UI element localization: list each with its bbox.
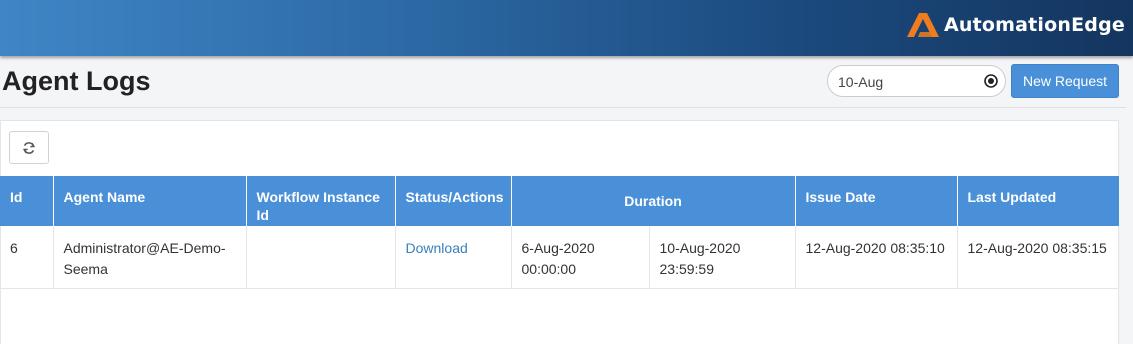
cell-duration-from: 6-Aug-2020 00:00:00 <box>511 226 650 289</box>
column-header-status-actions: Status/Actions <box>395 176 512 226</box>
cell-workflow-instance-id <box>246 226 396 289</box>
automationedge-logo-icon <box>906 13 939 37</box>
clear-icon[interactable] <box>983 73 999 89</box>
page-title: Agent Logs <box>2 66 151 96</box>
search-field[interactable] <box>827 65 1006 97</box>
top-navbar: AutomationEdge <box>0 0 1133 56</box>
cell-issue-date: 12-Aug-2020 08:35:10 <box>795 226 958 289</box>
column-header-workflow-instance-id[interactable]: Workflow Instance Id <box>246 176 396 226</box>
column-header-issue-date[interactable]: Issue Date <box>795 176 958 226</box>
refresh-icon <box>22 141 36 154</box>
refresh-button[interactable] <box>9 131 49 164</box>
column-header-last-updated[interactable]: Last Updated <box>957 176 1119 226</box>
column-header-agent-name[interactable]: Agent Name <box>53 176 247 226</box>
search-input[interactable] <box>838 72 978 92</box>
cell-status-action: Download <box>395 226 512 289</box>
cell-duration-to: 10-Aug-2020 23:59:59 <box>649 226 796 289</box>
agent-logs-table: Id Agent Name Workflow Instance Id Statu… <box>0 176 1119 289</box>
cell-id: 6 <box>0 226 54 289</box>
table-header-row: Id Agent Name Workflow Instance Id Statu… <box>0 176 1119 226</box>
cell-agent-name: Administrator@AE-Demo-Seema <box>53 226 247 289</box>
new-request-button[interactable]: New Request <box>1011 64 1119 98</box>
column-header-id[interactable]: Id <box>0 176 54 226</box>
brand-name: AutomationEdge <box>943 14 1125 36</box>
brand[interactable]: AutomationEdge <box>904 8 1125 42</box>
download-link[interactable]: Download <box>406 240 468 256</box>
title-divider <box>0 107 1126 108</box>
cell-last-updated: 12-Aug-2020 08:35:15 <box>957 226 1119 289</box>
column-header-duration: Duration <box>511 176 796 226</box>
table-row: 6 Administrator@AE-Demo-Seema Download 6… <box>0 226 1119 289</box>
